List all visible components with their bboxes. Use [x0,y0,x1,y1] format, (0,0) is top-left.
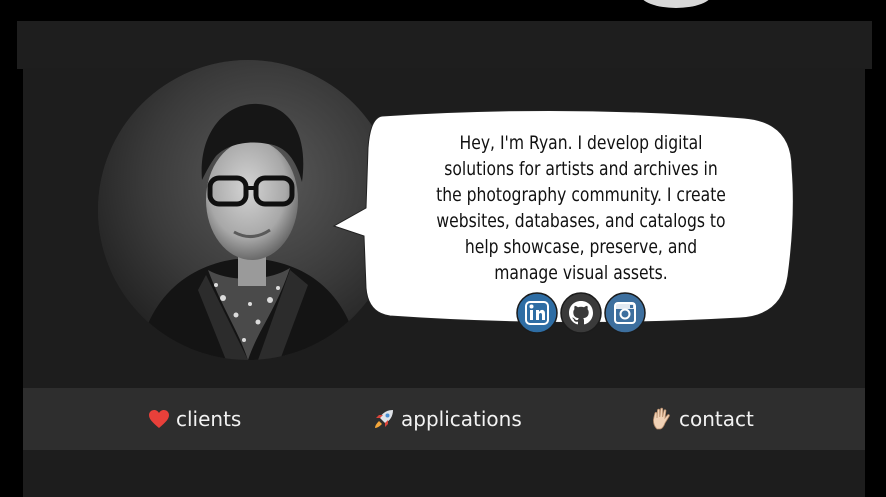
nav-label-applications: applications [401,407,522,431]
nav-applications[interactable]: applications [373,388,522,450]
main-nav: clients applications contact [23,388,865,450]
header-band [17,21,872,69]
waving-hand-icon [653,407,670,430]
linkedin-link[interactable] [516,292,558,334]
rocket-icon [375,410,393,428]
site-logo[interactable] [640,0,886,12]
heart-icon [149,410,169,428]
instagram-icon [604,292,646,334]
instagram-link[interactable] [604,292,646,334]
intro-text: Hey, I'm Ryan. I develop digital solutio… [436,132,726,284]
github-icon [560,292,602,334]
nav-label-contact: contact [679,407,754,431]
nav-contact[interactable]: contact [651,388,754,450]
nav-label-clients: clients [176,407,242,431]
nav-clients[interactable]: clients [148,388,241,450]
github-link[interactable] [560,292,602,334]
linkedin-icon [516,292,558,334]
top-bar [0,0,886,18]
